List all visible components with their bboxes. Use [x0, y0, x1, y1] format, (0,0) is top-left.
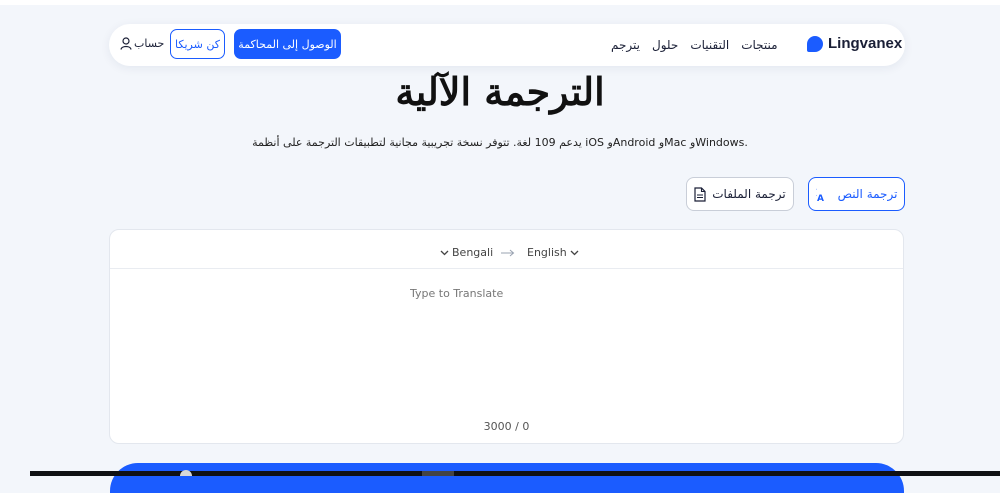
page-subtitle: يدعم 109 لغة. تتوفر نسخة تجريبية مجانية … — [252, 136, 748, 149]
source-text-input[interactable] — [410, 282, 710, 304]
chevron-down-icon — [440, 250, 449, 255]
svg-text:A: A — [817, 194, 824, 202]
file-translation-tab[interactable]: ترجمة الملفات — [686, 177, 794, 211]
document-icon — [694, 186, 706, 202]
account-label: حساب — [134, 37, 165, 50]
become-partner-button[interactable]: كن شريكا — [170, 29, 225, 59]
nav-link-translate[interactable]: يترجم — [611, 38, 640, 52]
page-title: الترجمة الآلية — [395, 69, 605, 114]
language-bar: Bengali English — [110, 230, 903, 269]
user-icon — [120, 37, 132, 50]
text-translation-label: ترجمة النص — [837, 187, 898, 201]
taskbar-item[interactable] — [180, 470, 192, 476]
os-taskbar — [30, 471, 1000, 476]
bottom-banner — [110, 463, 904, 493]
target-language-label: English — [527, 246, 567, 259]
translator-card: Bengali English 3000 / 0 — [109, 229, 904, 444]
arrow-right-icon — [501, 249, 515, 257]
translate-icon: 文 A — [816, 186, 824, 202]
nav-menu: منتجات التقنيات حلول يترجم — [611, 38, 778, 52]
taskbar-segment — [422, 471, 454, 476]
chevron-down-icon — [570, 250, 579, 255]
source-language-label: Bengali — [452, 246, 494, 259]
nav-link-products[interactable]: منتجات — [741, 38, 777, 52]
text-translation-tab[interactable]: ترجمة النص 文 A — [808, 177, 905, 211]
nav-link-technologies[interactable]: التقنيات — [690, 38, 729, 52]
character-counter: 3000 / 0 — [483, 420, 530, 433]
account-button[interactable]: حساب — [120, 37, 164, 50]
brand-logo[interactable]: Lingvanex — [807, 35, 902, 52]
brand-name: Lingvanex — [828, 35, 903, 52]
file-translation-label: ترجمة الملفات — [712, 187, 786, 201]
nav-link-solutions[interactable]: حلول — [652, 38, 678, 52]
access-trial-button[interactable]: الوصول إلى المحاكمة — [234, 29, 341, 59]
swap-languages-button[interactable] — [501, 246, 515, 260]
top-strip — [0, 0, 1000, 5]
navbar: Lingvanex منتجات التقنيات حلول يترجم الو… — [109, 24, 905, 66]
source-language-select[interactable]: Bengali — [440, 246, 493, 259]
brand-mark-icon — [807, 35, 823, 52]
target-language-select[interactable]: English — [527, 246, 579, 259]
